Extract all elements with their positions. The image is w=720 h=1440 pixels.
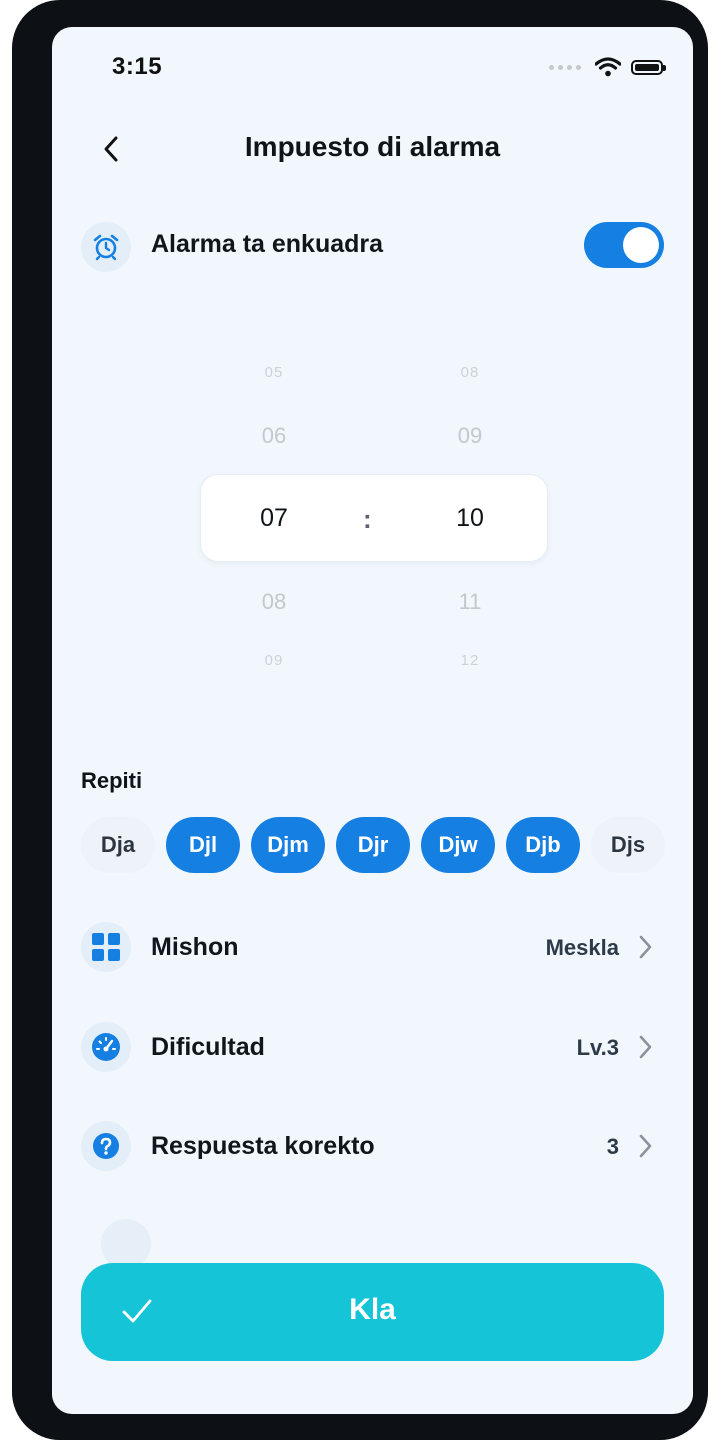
- correct-answers-label: Respuesta korekto: [151, 1132, 375, 1160]
- save-button-label: Kla: [349, 1293, 396, 1326]
- mission-label: Mishon: [151, 933, 239, 961]
- alarm-clock-icon: [93, 234, 119, 261]
- hour-option[interactable]: 08: [234, 589, 314, 615]
- grid-icon: [92, 933, 120, 961]
- difficulty-label: Dificultad: [151, 1033, 265, 1061]
- chevron-right-icon: [639, 935, 652, 959]
- mission-value: Meskla: [545, 935, 619, 960]
- screen: 3:15 Impuesto di alarma Alarma ta enkuad…: [52, 27, 693, 1414]
- gauge-icon: [92, 1033, 120, 1061]
- difficulty-icon-badge: [81, 1022, 131, 1072]
- day-chip-djs[interactable]: Djs: [591, 817, 665, 873]
- repeat-section-title: Repiti: [81, 768, 143, 793]
- correct-answers-icon-badge: [81, 1121, 131, 1171]
- day-chip-djm[interactable]: Djm: [251, 817, 325, 873]
- hour-option[interactable]: 06: [234, 423, 314, 449]
- mission-icon-badge: [81, 922, 131, 972]
- device-frame: 3:15 Impuesto di alarma Alarma ta enkuad…: [12, 0, 708, 1440]
- day-chip-djr[interactable]: Djr: [336, 817, 410, 873]
- hour-option[interactable]: 09: [234, 652, 314, 669]
- minute-selected[interactable]: 10: [430, 504, 510, 533]
- battery-icon: [631, 59, 666, 75]
- signal-icon: [549, 64, 581, 70]
- toggle-knob: [623, 227, 659, 263]
- chevron-right-icon: [639, 1035, 652, 1059]
- minute-option[interactable]: 11: [430, 589, 510, 615]
- difficulty-value: Lv.3: [576, 1035, 619, 1060]
- question-icon: [93, 1133, 119, 1159]
- repeat-days: Dja Djl Djm Djr Djw Djb Djs: [81, 817, 665, 873]
- correct-answers-value: 3: [606, 1134, 619, 1159]
- day-chip-djw[interactable]: Djw: [421, 817, 495, 873]
- chevron-right-icon: [639, 1134, 652, 1158]
- alarm-icon-badge: [81, 222, 131, 272]
- status-time: 3:15: [112, 53, 163, 80]
- page-title: Impuesto di alarma: [244, 131, 501, 162]
- minute-option[interactable]: 08: [430, 364, 510, 381]
- save-button[interactable]: Kla: [81, 1263, 664, 1361]
- day-chip-djb[interactable]: Djb: [506, 817, 580, 873]
- hour-selected[interactable]: 07: [234, 504, 314, 533]
- day-chip-djl[interactable]: Djl: [166, 817, 240, 873]
- minute-option[interactable]: 12: [430, 652, 510, 669]
- time-separator: :: [363, 504, 372, 534]
- alarm-toggle-switch[interactable]: [584, 222, 664, 268]
- alarm-toggle-label: Alarma ta enkuadra: [151, 230, 384, 258]
- wifi-icon: [595, 57, 621, 77]
- hour-option[interactable]: 05: [234, 364, 314, 381]
- status-icons: [549, 57, 666, 77]
- partial-row-icon: [101, 1219, 151, 1269]
- day-chip-dja[interactable]: Dja: [81, 817, 155, 873]
- minute-option[interactable]: 09: [430, 423, 510, 449]
